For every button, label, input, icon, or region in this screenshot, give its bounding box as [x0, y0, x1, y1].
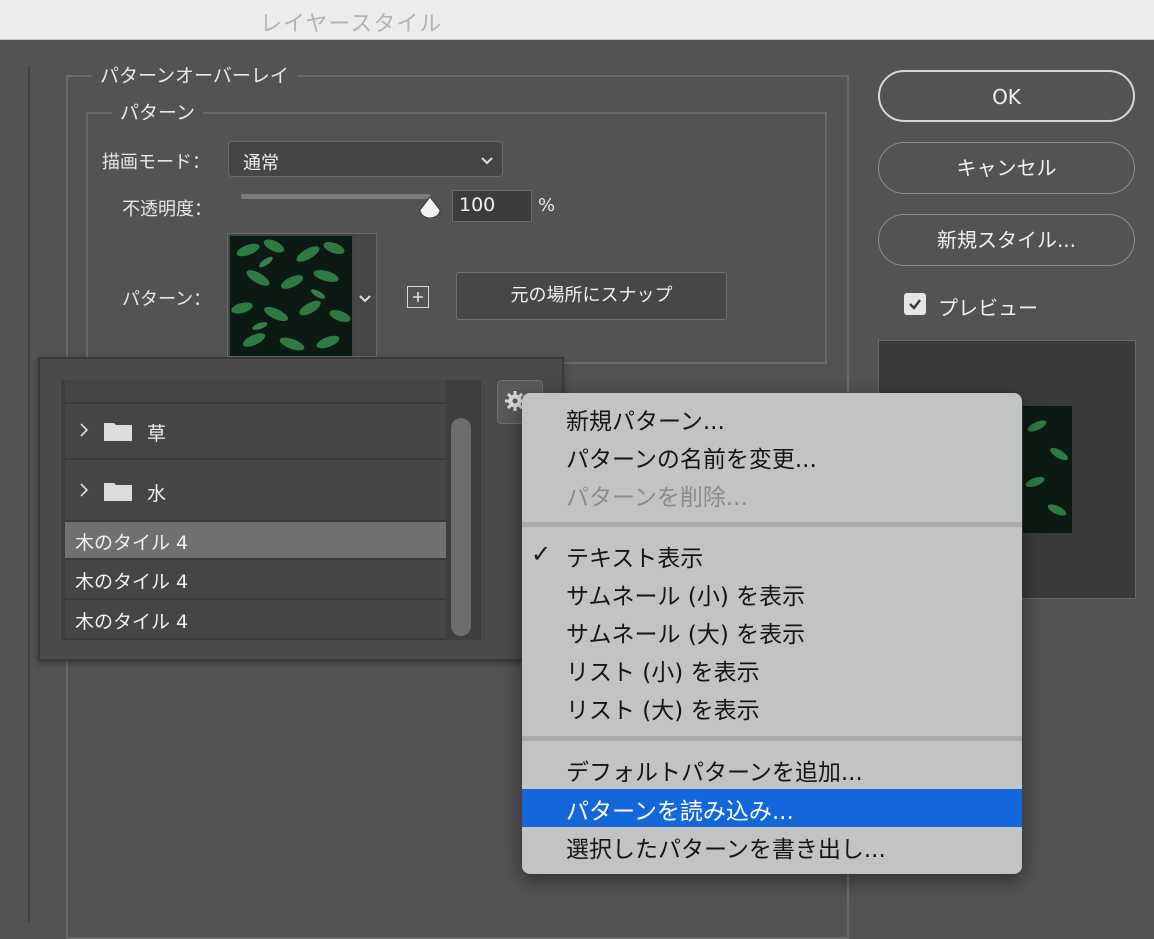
- snap-to-origin-button[interactable]: 元の場所にスナップ: [456, 272, 727, 320]
- menu-item-import-patterns[interactable]: パターンを読み込み...: [522, 789, 1022, 827]
- preview-pattern: [1023, 406, 1072, 533]
- menu-item-append-default[interactable]: デフォルトパターンを追加...: [522, 750, 1022, 788]
- chevron-down-icon: [358, 290, 372, 309]
- pattern-options-menu: 新規パターン... パターンの名前を変更... パターンを削除... ✓ テキス…: [522, 393, 1022, 874]
- menu-item-label: サムネール (小) を表示: [566, 584, 806, 610]
- blend-mode-value: 通常: [243, 153, 279, 174]
- menu-item-label: 新規パターン...: [566, 409, 725, 435]
- menu-item-delete-pattern: パターンを削除...: [522, 475, 1022, 513]
- opacity-slider-track[interactable]: [241, 194, 431, 199]
- pattern-label: パターン：: [122, 289, 212, 310]
- list-item[interactable]: 木のタイル 4: [65, 522, 446, 560]
- menu-item-label: テキスト表示: [566, 546, 704, 572]
- menu-item-label: パターンの名前を変更...: [566, 447, 817, 473]
- menu-item-label: リスト (小) を表示: [566, 660, 760, 686]
- menu-item-small-list[interactable]: リスト (小) を表示: [522, 650, 1022, 688]
- menu-item-label: デフォルトパターンを追加...: [566, 760, 863, 786]
- menu-item-label: パターンを読み込み...: [566, 799, 794, 825]
- title-bar: レイヤースタイル: [0, 0, 1154, 40]
- menu-item-small-thumbnail[interactable]: サムネール (小) を表示: [522, 574, 1022, 612]
- checkmark-icon: [907, 296, 923, 316]
- chevron-down-icon: [480, 152, 494, 171]
- menu-separator: [522, 522, 1022, 527]
- folder-icon: [103, 480, 133, 506]
- menu-item-large-list[interactable]: リスト (大) を表示: [522, 688, 1022, 726]
- preview-checkbox[interactable]: [904, 293, 926, 315]
- new-style-button[interactable]: 新規スタイル...: [878, 214, 1135, 266]
- chevron-right-icon: [79, 422, 89, 442]
- pattern-thumbnail: [230, 236, 352, 356]
- style-list-sidebar: [0, 66, 30, 922]
- ok-button[interactable]: OK: [878, 70, 1135, 122]
- pattern-picker[interactable]: [227, 233, 377, 357]
- opacity-slider-thumb[interactable]: [418, 196, 442, 222]
- list-item[interactable]: 木のタイル 4: [65, 560, 446, 600]
- menu-separator: [522, 736, 1022, 741]
- pattern-preset-panel: 草 水 木のタイル 4 木のタイル 4 木のタイル 4: [38, 357, 564, 661]
- blend-mode-select[interactable]: 通常: [228, 141, 503, 177]
- folder-icon: [103, 420, 133, 446]
- folder-row[interactable]: 水: [65, 460, 446, 522]
- pattern-group-title: パターン: [112, 98, 204, 125]
- menu-item-large-thumbnail[interactable]: サムネール (大) を表示: [522, 612, 1022, 650]
- list-item-label: 木のタイル 4: [75, 571, 189, 593]
- menu-item-label: リスト (大) を表示: [566, 698, 760, 724]
- menu-item-text-only[interactable]: ✓ テキスト表示: [522, 536, 1022, 574]
- menu-item-label: サムネール (大) を表示: [566, 622, 806, 648]
- list-item-label: 木のタイル 4: [75, 611, 189, 633]
- add-preset-button[interactable]: [407, 286, 429, 308]
- opacity-label: 不透明度：: [122, 199, 212, 220]
- preview-label: プレビュー: [938, 296, 1038, 320]
- opacity-unit: %: [538, 195, 556, 216]
- menu-item-label: パターンを削除...: [566, 485, 748, 511]
- menu-item-rename-pattern[interactable]: パターンの名前を変更...: [522, 437, 1022, 475]
- pattern-dropdown-toggle[interactable]: [355, 234, 376, 356]
- preset-list-scrollbar[interactable]: [451, 418, 471, 636]
- menu-item-new-pattern[interactable]: 新規パターン...: [522, 399, 1022, 437]
- list-item[interactable]: 木のタイル 4: [65, 600, 446, 640]
- preset-list: 草 水 木のタイル 4 木のタイル 4 木のタイル 4: [61, 380, 481, 640]
- list-item-label: 木のタイル 4: [75, 532, 189, 554]
- chevron-right-icon: [79, 482, 89, 502]
- checkmark-icon: ✓: [531, 540, 552, 568]
- folder-label: 水: [147, 483, 167, 505]
- folder-row[interactable]: 草: [65, 404, 446, 460]
- folder-label: 草: [147, 423, 167, 445]
- window-title: レイヤースタイル: [260, 12, 443, 37]
- cancel-button[interactable]: キャンセル: [878, 142, 1135, 194]
- menu-item-export-selected[interactable]: 選択したパターンを書き出し...: [522, 827, 1022, 865]
- blend-mode-label: 描画モード：: [102, 152, 210, 173]
- pattern-overlay-title: パターンオーバーレイ: [92, 61, 297, 88]
- list-item-partial: [65, 380, 446, 404]
- plus-icon: [410, 289, 426, 309]
- opacity-input[interactable]: 100: [452, 190, 532, 222]
- menu-item-label: 選択したパターンを書き出し...: [566, 837, 886, 863]
